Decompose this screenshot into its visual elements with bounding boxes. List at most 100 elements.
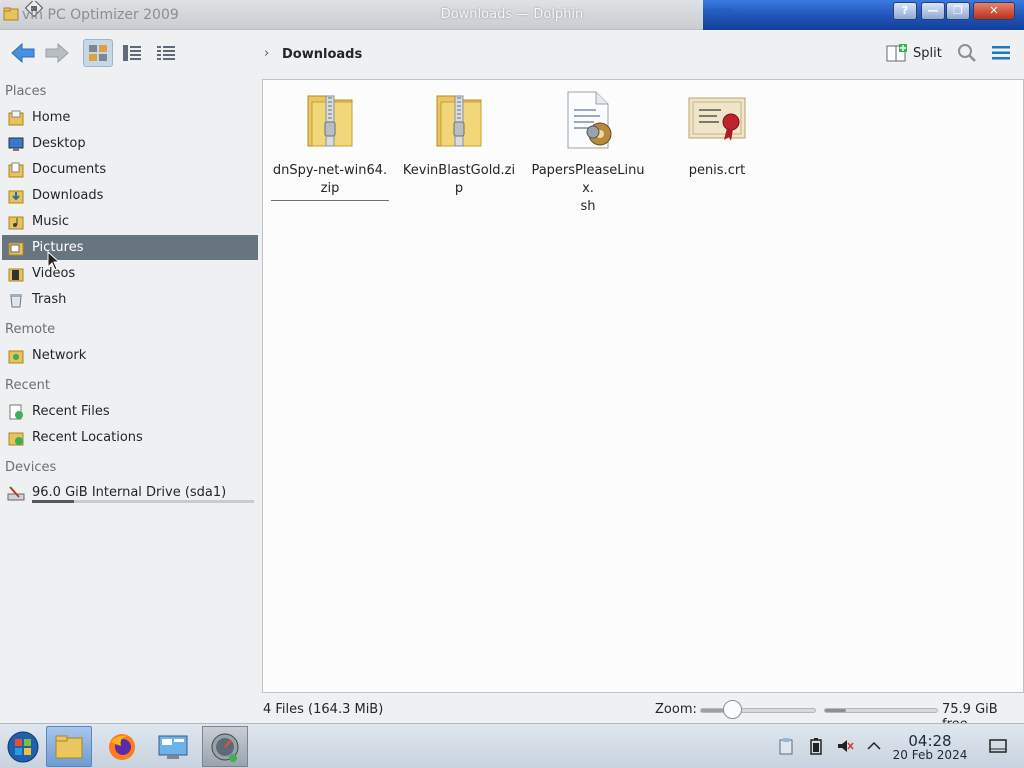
sidebar-item-label: Trash bbox=[32, 292, 67, 307]
help-button[interactable]: ? bbox=[893, 2, 917, 20]
sidebar-item-label: Recent Locations bbox=[32, 430, 143, 445]
devices-section-title: Devices bbox=[5, 460, 57, 475]
hamburger-menu-icon bbox=[992, 46, 1010, 60]
network-folder-icon bbox=[7, 347, 25, 365]
places-panel: Places Home Desktop Documents Downloads … bbox=[0, 78, 260, 722]
sidebar-item-label: Music bbox=[32, 214, 69, 229]
file-name: penis.crt bbox=[688, 163, 746, 178]
tray-clipboard-icon[interactable] bbox=[776, 736, 796, 756]
arrow-left-icon bbox=[11, 42, 35, 64]
search-button[interactable] bbox=[952, 39, 982, 67]
sidebar-item-home[interactable]: Home bbox=[2, 105, 258, 130]
tray-expand-chevron-icon[interactable] bbox=[864, 736, 884, 756]
title-bar[interactable]: vin PC Optimizer 2009 Downloads — Dolphi… bbox=[0, 0, 1024, 30]
search-icon bbox=[958, 44, 976, 62]
shell-script-icon bbox=[567, 91, 612, 149]
zoom-slider-handle[interactable] bbox=[723, 700, 743, 719]
file-item[interactable]: penis.crt bbox=[658, 88, 776, 180]
taskbar-firefox[interactable] bbox=[99, 726, 145, 767]
split-button[interactable]: Split bbox=[886, 43, 942, 63]
toolbar: › Downloads Split bbox=[0, 31, 1024, 77]
compact-view-icon bbox=[123, 45, 141, 61]
sidebar-item-desktop[interactable]: Desktop bbox=[2, 131, 258, 156]
tray-volume-muted-icon[interactable] bbox=[835, 736, 855, 756]
taskbar-file-manager[interactable] bbox=[46, 726, 92, 767]
taskbar-optimizer[interactable] bbox=[202, 726, 248, 767]
start-orb-icon bbox=[7, 731, 39, 762]
zoom-label: Zoom: bbox=[655, 702, 697, 717]
recent-files-icon bbox=[7, 403, 25, 421]
drive-icon bbox=[7, 484, 25, 502]
status-bar: 4 Files (164.3 MiB) Zoom: 75.9 GiB free bbox=[0, 696, 1024, 732]
certificate-icon bbox=[688, 97, 746, 141]
sidebar-item-documents[interactable]: Documents bbox=[2, 157, 258, 182]
breadcrumb-chevron-icon[interactable]: › bbox=[264, 46, 269, 61]
space-info-bar[interactable] bbox=[824, 708, 938, 713]
sidebar-item-label: 96.0 GiB Internal Drive (sda1) bbox=[32, 485, 227, 500]
file-item[interactable]: PapersPleaseLinux. sh bbox=[529, 88, 647, 216]
places-section-title: Places bbox=[5, 84, 47, 99]
close-button[interactable]: ✕ bbox=[973, 2, 1015, 20]
file-item[interactable]: KevinBlastGold.zip bbox=[400, 88, 518, 198]
sidebar-item-label: Network bbox=[32, 348, 87, 363]
show-desktop-icon[interactable] bbox=[988, 736, 1008, 756]
breadcrumb[interactable]: Downloads bbox=[282, 47, 362, 62]
zoom-slider[interactable] bbox=[700, 708, 816, 713]
space-info-fill bbox=[825, 709, 847, 712]
sidebar-item-recent-files[interactable]: Recent Files bbox=[2, 399, 258, 424]
back-button[interactable] bbox=[8, 39, 38, 67]
maximize-button[interactable]: ❐ bbox=[946, 2, 970, 20]
home-folder-icon bbox=[7, 109, 25, 127]
taskbar: 04:28 20 Feb 2024 bbox=[0, 723, 1024, 768]
forward-button[interactable] bbox=[42, 39, 72, 67]
pictures-folder-icon bbox=[7, 239, 25, 257]
downloads-folder-icon bbox=[7, 187, 25, 205]
control-panel-icon bbox=[158, 735, 188, 759]
details-view-icon bbox=[157, 46, 175, 60]
desktop-icon bbox=[7, 135, 25, 153]
sidebar-item-network[interactable]: Network bbox=[2, 343, 258, 368]
zip-archive-icon bbox=[307, 95, 353, 147]
sidebar-item-videos[interactable]: Videos bbox=[2, 261, 258, 286]
documents-folder-icon bbox=[7, 161, 25, 179]
drive-usage-fill bbox=[32, 500, 75, 503]
firefox-icon bbox=[109, 733, 135, 760]
recent-locations-icon bbox=[7, 429, 25, 447]
remote-section-title: Remote bbox=[5, 322, 56, 337]
optimizer-icon bbox=[211, 733, 239, 762]
file-view[interactable]: dnSpy-net-win64. zip KevinBlastGold.zip … bbox=[262, 79, 1024, 693]
sidebar-item-music[interactable]: Music bbox=[2, 209, 258, 234]
arrow-right-icon bbox=[45, 42, 69, 64]
videos-folder-icon bbox=[7, 265, 25, 283]
split-view-icon bbox=[886, 44, 907, 62]
file-name: KevinBlastGold.zip bbox=[402, 163, 516, 196]
sidebar-item-label: Documents bbox=[32, 162, 107, 177]
sidebar-item-trash[interactable]: Trash bbox=[2, 287, 258, 312]
music-folder-icon bbox=[7, 213, 25, 231]
sidebar-item-label: Home bbox=[32, 110, 71, 125]
sidebar-item-pictures[interactable]: Pictures bbox=[2, 235, 258, 260]
file-manager-icon bbox=[55, 735, 83, 758]
sidebar-item-downloads[interactable]: Downloads bbox=[2, 183, 258, 208]
trash-icon bbox=[7, 291, 25, 309]
start-button[interactable] bbox=[0, 726, 46, 767]
split-label: Split bbox=[913, 45, 942, 61]
file-item[interactable]: dnSpy-net-win64. zip bbox=[271, 88, 389, 201]
compact-view-button[interactable] bbox=[117, 39, 147, 67]
menu-button[interactable] bbox=[986, 39, 1016, 67]
details-view-button[interactable] bbox=[151, 39, 181, 67]
file-name: PapersPleaseLinux. sh bbox=[531, 163, 645, 214]
mouse-pointer-icon bbox=[47, 251, 61, 271]
icons-view-button[interactable] bbox=[83, 39, 113, 67]
sidebar-item-recent-locations[interactable]: Recent Locations bbox=[2, 425, 258, 450]
taskbar-control-panel[interactable] bbox=[150, 726, 196, 767]
tray-battery-icon[interactable] bbox=[806, 736, 826, 756]
sidebar-item-label: Recent Files bbox=[32, 404, 110, 419]
folder-summary: 4 Files (164.3 MiB) bbox=[263, 702, 384, 717]
window-title: Downloads — Dolphin bbox=[440, 7, 584, 22]
sidebar-item-label: Downloads bbox=[32, 188, 104, 203]
zip-archive-icon bbox=[436, 95, 482, 147]
minimize-button[interactable]: — bbox=[921, 2, 945, 20]
clock-date[interactable]: 20 Feb 2024 bbox=[890, 748, 970, 762]
icons-view-icon bbox=[89, 45, 107, 61]
